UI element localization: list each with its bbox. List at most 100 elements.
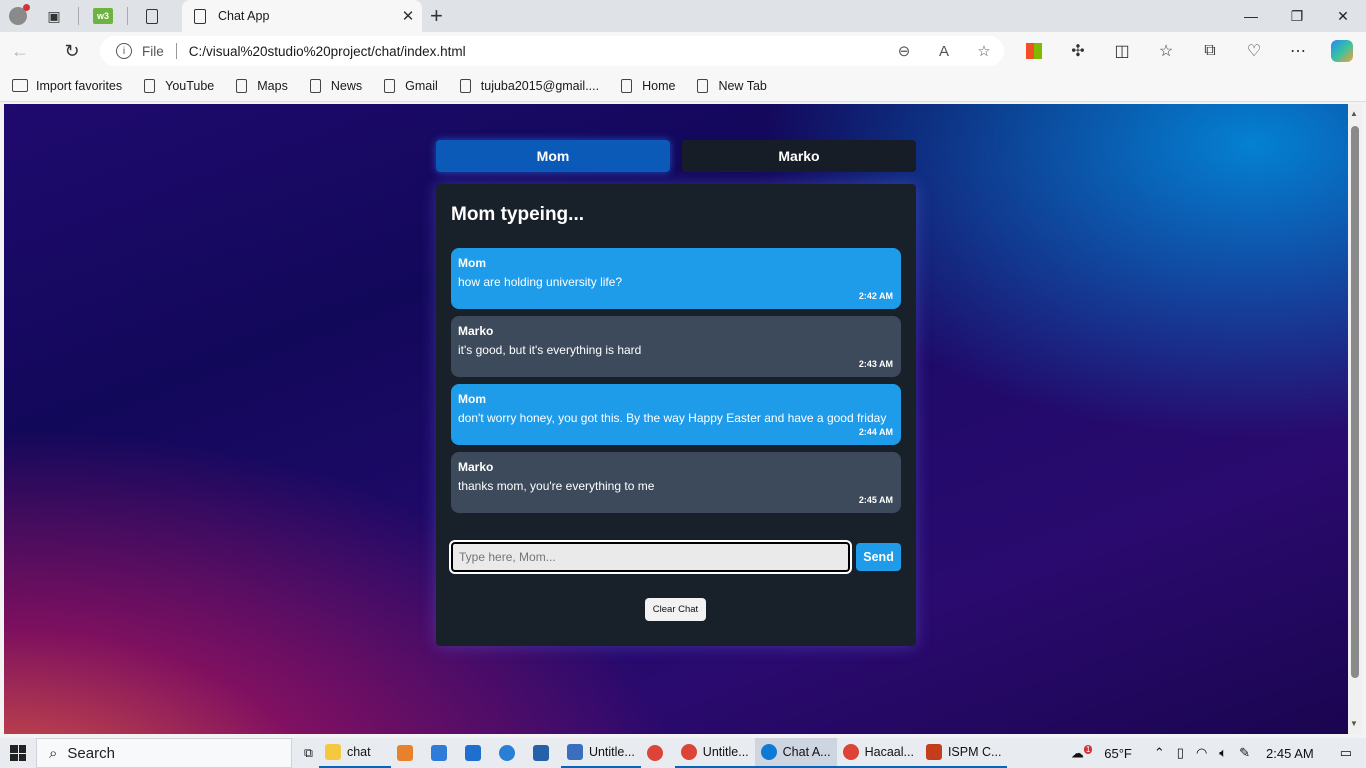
weather-icon[interactable]: ☁ 1 xyxy=(1071,744,1093,761)
favorite-maps[interactable]: Maps xyxy=(236,78,288,93)
taskbar-item-label: ISPM C... xyxy=(947,745,1002,759)
favorite-label: YouTube xyxy=(165,78,215,93)
taskbar-item-app[interactable] xyxy=(459,738,493,768)
favorite-email[interactable]: tujuba2015@gmail.... xyxy=(459,78,600,93)
favorite-home[interactable]: Home xyxy=(621,78,675,93)
message-bubble: Mom how are holding university life? 2:4… xyxy=(451,248,901,309)
favorite-label: tujuba2015@gmail.... xyxy=(480,78,600,93)
favorite-gmail[interactable]: Gmail xyxy=(384,78,438,93)
divider xyxy=(175,43,177,59)
store-icon xyxy=(430,745,447,761)
taskbar-item-app[interactable] xyxy=(493,738,527,768)
weather-temperature[interactable]: 65°F xyxy=(1104,746,1132,761)
taskbar-item-powerpoint[interactable]: ISPM C... xyxy=(919,738,1008,768)
pinned-tab-w3[interactable]: w3 xyxy=(85,0,121,32)
message-text: don't worry honey, you got this. By the … xyxy=(458,411,887,425)
user-tab-marko[interactable]: Marko xyxy=(682,140,916,172)
page-scrollbar[interactable]: ▲ ▼ xyxy=(1348,104,1362,734)
notifications-icon[interactable]: ▭ xyxy=(1340,745,1352,761)
chat-status-title: Mom typeing... xyxy=(451,204,584,225)
close-window-icon[interactable]: ✕ xyxy=(1320,0,1366,32)
chrome-icon xyxy=(680,744,697,760)
read-aloud-icon[interactable]: A xyxy=(924,43,964,60)
taskbar-item-chrome-untitled[interactable]: Untitle... xyxy=(674,738,755,768)
navigation-bar: ← ↻ i File C:/visual%20studio%20project/… xyxy=(0,32,1366,70)
message-sender: Mom xyxy=(458,256,486,270)
active-browser-tab[interactable]: Chat App ✕ xyxy=(182,0,422,32)
favorite-import[interactable]: Import favorites xyxy=(12,79,122,93)
copilot-button[interactable] xyxy=(1320,40,1364,62)
folder-icon xyxy=(324,744,341,760)
collections-icon[interactable]: ⧉ xyxy=(1188,42,1232,60)
clock-time[interactable]: 2:45 AM xyxy=(1266,746,1314,761)
restore-icon[interactable]: ❐ xyxy=(1274,0,1320,32)
tab-actions-icon: ▣ xyxy=(47,7,61,24)
taskbar-search[interactable]: ⌕ Search xyxy=(36,738,292,768)
browser-essentials-icon[interactable]: ♡ xyxy=(1232,41,1276,61)
zoom-icon[interactable]: ⊖ xyxy=(884,42,924,60)
info-icon[interactable]: i xyxy=(116,43,132,59)
windows-logo-icon xyxy=(10,745,26,761)
new-tab-button[interactable]: + xyxy=(430,3,443,29)
favorite-youtube[interactable]: YouTube xyxy=(144,78,215,93)
refresh-button[interactable]: ↻ xyxy=(52,32,92,70)
taskbar-item-chrome[interactable] xyxy=(641,738,675,768)
scrollbar-thumb[interactable] xyxy=(1351,126,1359,678)
user-tab-mom[interactable]: Mom xyxy=(436,140,670,172)
favorite-label: Maps xyxy=(257,78,288,93)
split-screen-icon[interactable]: ◫ xyxy=(1100,41,1144,61)
extension-color-button[interactable] xyxy=(1012,43,1056,59)
taskbar-item-edge-chat[interactable]: Chat A... xyxy=(754,738,837,768)
message-time: 2:44 AM xyxy=(858,427,893,437)
message-text: how are holding university life? xyxy=(458,275,623,289)
more-menu-icon[interactable]: ⋯ xyxy=(1276,41,1320,61)
pen-icon[interactable]: ✎ xyxy=(1239,745,1250,761)
chevron-up-icon[interactable]: ⌃ xyxy=(1154,745,1165,761)
favorite-news[interactable]: News xyxy=(309,78,363,93)
clear-chat-button[interactable]: Clear Chat xyxy=(645,598,706,621)
message-sender: Mom xyxy=(458,392,486,406)
page-icon xyxy=(194,8,206,24)
edge-icon xyxy=(760,744,777,760)
wifi-icon[interactable]: ◠ xyxy=(1196,745,1207,761)
profile-button[interactable] xyxy=(0,0,36,32)
start-button[interactable] xyxy=(0,738,36,768)
message-text: thanks mom, you're everything to me xyxy=(458,479,655,493)
address-bar[interactable]: i File C:/visual%20studio%20project/chat… xyxy=(100,36,1004,66)
message-input[interactable] xyxy=(448,540,853,574)
copilot-icon xyxy=(1331,40,1353,62)
favorite-label: News xyxy=(330,78,363,93)
task-view-button[interactable]: ⧉ xyxy=(298,738,319,768)
volume-icon[interactable]: 🔈︎ xyxy=(1219,745,1227,761)
tab-actions-button[interactable]: ▣ xyxy=(36,0,72,32)
minimize-icon[interactable]: — xyxy=(1228,0,1274,32)
extensions-icon[interactable]: ✣ xyxy=(1056,41,1100,61)
favorites-icon[interactable]: ☆ xyxy=(1144,41,1188,61)
chat-card: Mom typeing... Mom how are holding unive… xyxy=(436,184,916,646)
taskbar-item-chrome-hacaal[interactable]: Hacaal... xyxy=(836,738,920,768)
search-icon: ⌕ xyxy=(49,744,58,762)
taskbar-item-app[interactable] xyxy=(425,738,459,768)
taskbar-item-label: chat xyxy=(346,745,371,759)
taskbar-item-chat-folder[interactable]: chat xyxy=(318,738,391,768)
message-bubble: Marko thanks mom, you're everything to m… xyxy=(451,452,901,513)
taskbar-item-app[interactable] xyxy=(391,738,425,768)
taskbar-item-notepad[interactable]: Untitle... xyxy=(560,738,641,768)
send-button[interactable]: Send xyxy=(856,543,901,571)
close-tab-icon[interactable]: ✕ xyxy=(394,7,422,25)
favorite-star-icon[interactable]: ☆ xyxy=(964,42,1004,60)
message-input-row: Send xyxy=(448,540,901,574)
scroll-up-icon[interactable]: ▲ xyxy=(1350,109,1358,118)
powershell-icon xyxy=(532,745,549,761)
taskbar-item-app[interactable] xyxy=(527,738,561,768)
message-list: Mom how are holding university life? 2:4… xyxy=(451,248,901,513)
favorite-new-tab[interactable]: New Tab xyxy=(697,78,767,93)
back-button[interactable]: ← xyxy=(0,32,40,70)
page-icon xyxy=(236,78,248,93)
message-time: 2:43 AM xyxy=(858,359,893,369)
device-icon[interactable]: ▯ xyxy=(1177,745,1184,761)
url-text[interactable]: C:/visual%20studio%20project/chat/index.… xyxy=(189,44,884,59)
pinned-tab-page[interactable] xyxy=(134,0,170,32)
scroll-down-icon[interactable]: ▼ xyxy=(1350,719,1358,728)
message-time: 2:42 AM xyxy=(858,291,893,301)
